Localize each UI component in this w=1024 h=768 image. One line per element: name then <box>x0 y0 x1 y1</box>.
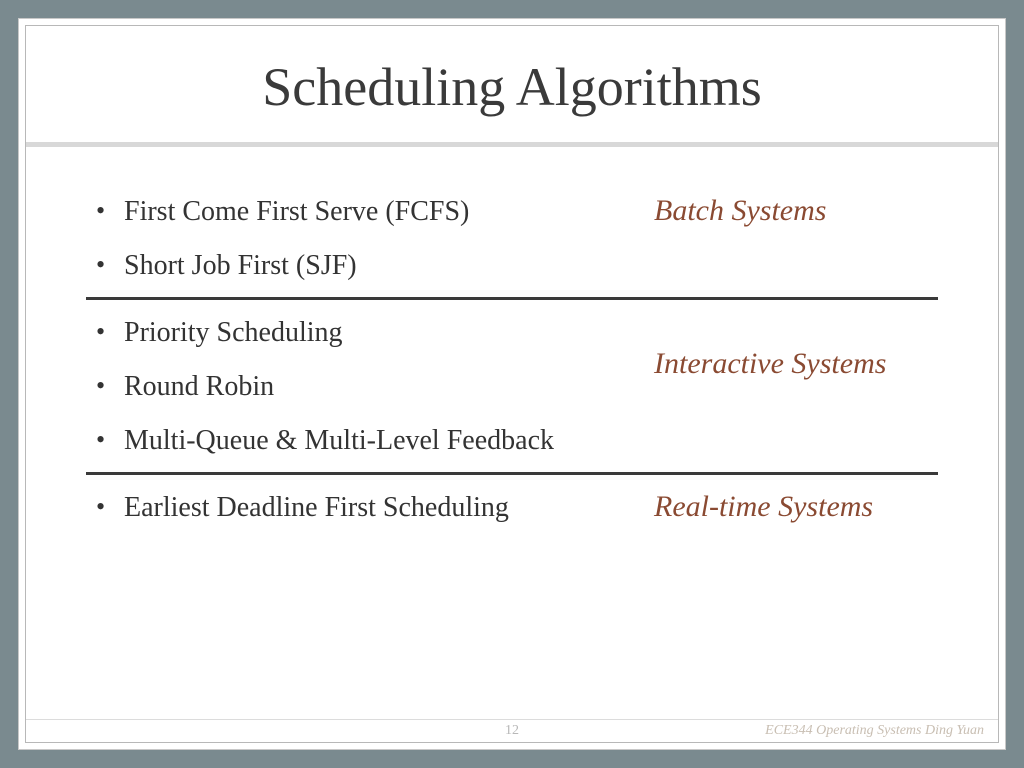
list-item: Priority Scheduling <box>86 306 646 360</box>
list-item: Short Job First (SJF) <box>86 239 646 293</box>
footer-credit: ECE344 Operating Systems Ding Yuan <box>765 723 984 739</box>
section-realtime: Earliest Deadline First Scheduling Real-… <box>86 481 938 535</box>
category-label: Batch Systems <box>654 185 938 232</box>
section-interactive-category: Interactive Systems <box>646 306 938 385</box>
list-item: First Come First Serve (FCFS) <box>86 185 646 239</box>
list-item: Round Robin <box>86 360 646 414</box>
section-divider <box>86 297 938 300</box>
section-realtime-items: Earliest Deadline First Scheduling <box>86 481 646 535</box>
section-interactive-items: Priority Scheduling Round Robin Multi-Qu… <box>86 306 646 468</box>
page-number: 12 <box>505 723 519 739</box>
list-item: Earliest Deadline First Scheduling <box>86 481 646 535</box>
category-label: Real-time Systems <box>654 481 938 528</box>
title-underline <box>26 142 998 147</box>
section-batch-items: First Come First Serve (FCFS) Short Job … <box>86 185 646 293</box>
slide-inner-frame: Scheduling Algorithms First Come First S… <box>25 25 999 743</box>
slide-outer-frame: Scheduling Algorithms First Come First S… <box>18 18 1006 750</box>
list-item: Multi-Queue & Multi-Level Feedback <box>86 414 646 468</box>
slide-footer: 12 ECE344 Operating Systems Ding Yuan <box>26 719 998 741</box>
section-divider <box>86 472 938 475</box>
section-batch: First Come First Serve (FCFS) Short Job … <box>86 185 938 293</box>
category-label: Interactive Systems <box>654 306 938 385</box>
section-interactive: Priority Scheduling Round Robin Multi-Qu… <box>86 306 938 468</box>
title-area: Scheduling Algorithms <box>26 26 998 142</box>
section-realtime-category: Real-time Systems <box>646 481 938 528</box>
slide-content: First Come First Serve (FCFS) Short Job … <box>26 167 998 742</box>
section-batch-category: Batch Systems <box>646 185 938 232</box>
slide-title: Scheduling Algorithms <box>26 56 998 118</box>
